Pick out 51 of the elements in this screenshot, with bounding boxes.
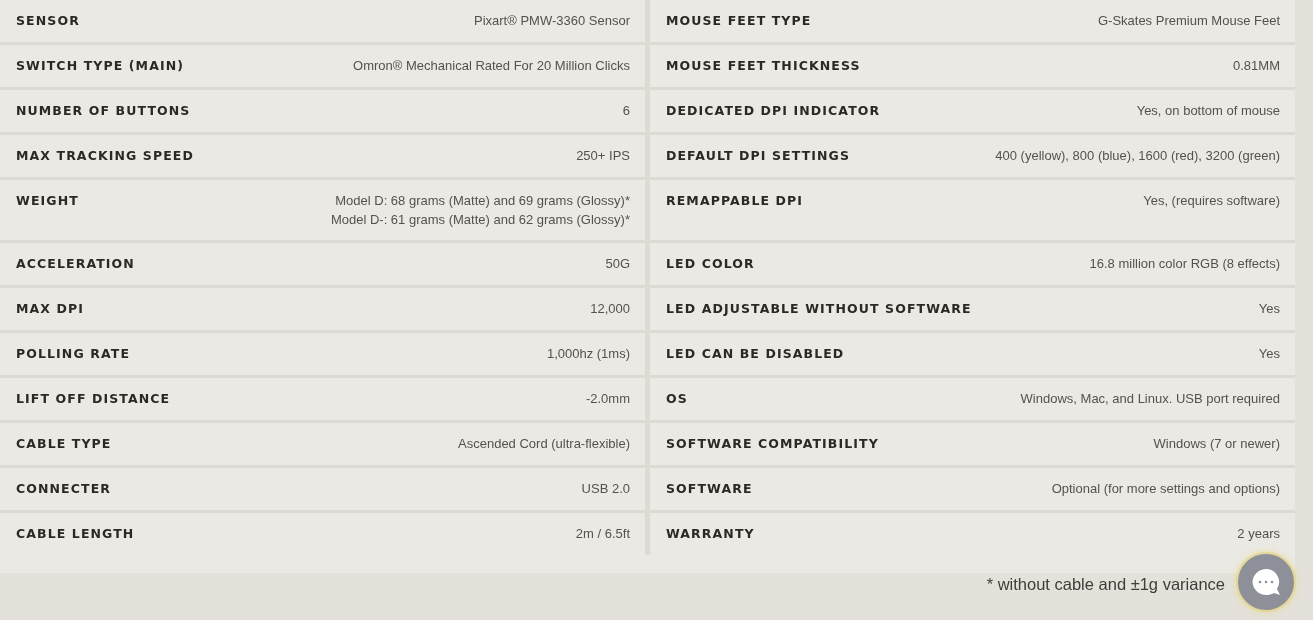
spec-value: 2m / 6.5ft <box>575 525 630 543</box>
spec-label: MOUSE FEET TYPE <box>666 12 812 30</box>
spec-value: Yes <box>1258 345 1280 363</box>
spec-value: 12,000 <box>590 300 630 318</box>
spec-label: POLLING RATE <box>16 345 131 363</box>
spec-value: Omron® Mechanical Rated For 20 Million Clicks <box>353 57 630 75</box>
spec-label: CABLE LENGTH <box>16 525 135 543</box>
spec-value: -2.0mm <box>585 390 630 408</box>
footnote: * without cable and ±1g variance <box>986 575 1225 593</box>
spec-label: LED COLOR <box>666 255 755 273</box>
spec-value: Yes, on bottom of mouse <box>1136 102 1280 120</box>
spec-label: SOFTWARE <box>666 480 753 498</box>
chat-bubble-icon <box>1250 567 1282 597</box>
spec-label: CABLE TYPE <box>16 435 112 453</box>
spec-value: Yes <box>1258 300 1280 318</box>
spec-label: DEFAULT DPI SETTINGS <box>666 147 851 165</box>
spec-value: 2 years <box>1237 525 1280 543</box>
spec-value: Windows (7 or newer) <box>1153 435 1280 453</box>
spec-label: SENSOR <box>16 12 80 30</box>
spec-value: Pixart® PMW-3360 Sensor <box>474 12 630 30</box>
spec-label: ACCELERATION <box>16 255 135 273</box>
spec-value: Windows, Mac, and Linux. USB port required <box>1020 390 1280 408</box>
spec-value: 0.81MM <box>1233 57 1280 75</box>
spec-value: G-Skates Premium Mouse Feet <box>1097 12 1280 30</box>
spec-label: MOUSE FEET THICKNESS <box>666 57 861 75</box>
spec-value: 250+ IPS <box>576 147 630 165</box>
spec-label: LED CAN BE DISABLED <box>666 345 845 363</box>
spec-value: Optional (for more settings and options) <box>1051 480 1280 498</box>
chat-button[interactable] <box>1236 552 1296 612</box>
spec-label: NUMBER OF BUTTONS <box>16 102 191 120</box>
spec-label: MAX TRACKING SPEED <box>16 147 194 165</box>
spec-value: 1,000hz (1ms) <box>546 345 630 363</box>
spec-value: 16.8 million color RGB (8 effects) <box>1089 255 1280 273</box>
spec-label: LIFT OFF DISTANCE <box>16 390 171 408</box>
spec-label: REMAPPABLE DPI <box>666 192 804 210</box>
spec-value: Ascended Cord (ultra-flexible) <box>458 435 630 453</box>
spec-value: 6 <box>622 102 630 120</box>
spec-label: SOFTWARE COMPATIBILITY <box>666 435 879 453</box>
spec-label: SWITCH TYPE (MAIN) <box>16 57 185 75</box>
spec-value: Yes, (requires software) <box>1143 192 1280 210</box>
spec-value: 50G <box>605 255 630 273</box>
spec-value: 400 (yellow), 800 (blue), 1600 (red), 3200 (green) <box>995 147 1280 165</box>
spec-label: MAX DPI <box>16 300 84 318</box>
spec-label: OS <box>666 390 688 408</box>
spec-label: WEIGHT <box>16 192 79 210</box>
spec-value: USB 2.0 <box>581 480 630 498</box>
spec-label: LED ADJUSTABLE WITHOUT SOFTWARE <box>666 300 972 318</box>
spec-value: Model D: 68 grams (Matte) and 69 grams (Glossy)* Model D-: 61 grams (Matte) and 62 grams (Glossy)* <box>330 192 630 229</box>
spec-label: CONNECTER <box>16 480 112 498</box>
spec-label: WARRANTY <box>666 525 755 543</box>
spec-label: DEDICATED DPI INDICATOR <box>666 102 881 120</box>
